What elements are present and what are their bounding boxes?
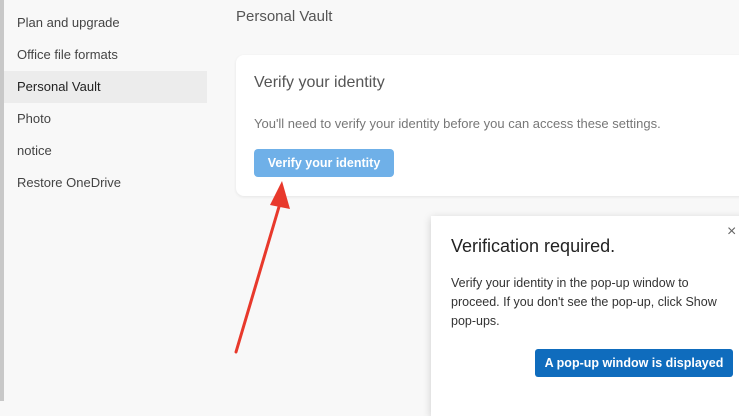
annotation-arrow-shaft [234, 198, 283, 354]
sidebar-item-photo[interactable]: Photo [4, 103, 207, 135]
card-description: You'll need to verify your identity befo… [254, 116, 661, 131]
close-icon[interactable]: × [727, 223, 739, 241]
sidebar-item-notice[interactable]: notice [4, 135, 207, 167]
card-title: Verify your identity [254, 74, 385, 91]
sidebar-item-office-file-formats[interactable]: Office file formats [4, 39, 207, 71]
page-title: Personal Vault [236, 8, 333, 25]
popup-body: Verify your identity in the pop-up windo… [451, 276, 717, 328]
sidebar-item-restore-onedrive[interactable]: Restore OneDrive [4, 167, 207, 199]
sidebar-item-personal-vault[interactable]: Personal Vault [4, 71, 207, 103]
sidebar-item-plan-and-upgrade[interactable]: Plan and upgrade [4, 7, 207, 39]
popup-window-displayed-button[interactable]: A pop-up window is displayed [535, 349, 733, 377]
verify-identity-card: Verify your identity You'll need to veri… [236, 55, 739, 196]
popup-title: Verification required. [451, 236, 616, 256]
verification-popup: Verification required. × Verify your ide… [431, 216, 739, 416]
settings-sidebar: Plan and upgrade Office file formats Per… [4, 0, 207, 401]
verify-identity-button[interactable]: Verify your identity [254, 149, 394, 177]
